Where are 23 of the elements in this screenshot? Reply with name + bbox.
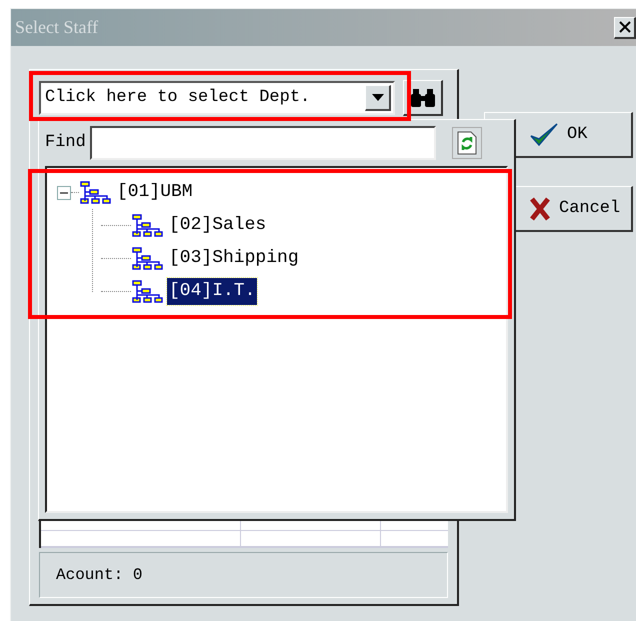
tree-item[interactable]: [01]UBM [115,179,195,206]
close-button[interactable] [614,16,636,38]
org-chart-icon [131,214,165,238]
department-dropdown[interactable]: Click here to select Dept. [39,81,395,115]
org-chart-icon [131,246,165,270]
cross-icon [529,196,551,220]
find-field[interactable] [90,126,436,160]
binoculars-icon [410,88,436,108]
org-chart-icon [79,180,113,204]
window-title: Select Staff [15,16,98,39]
collapse-toggle-icon[interactable] [57,186,71,200]
tree-item[interactable]: [02]Sales [167,212,268,239]
search-button[interactable] [403,80,443,116]
refresh-icon [456,131,477,155]
find-label: Find [45,132,86,154]
tree-item[interactable]: [03]Shipping [167,245,301,272]
dropdown-value: Click here to select Dept. [45,87,312,110]
refresh-button[interactable] [452,127,482,159]
tree-item[interactable]: [04]I.T. [167,278,258,305]
org-chart-icon [131,280,165,304]
close-icon [618,21,630,33]
check-icon [529,122,559,148]
status-text: Acount: 0 [56,565,142,586]
